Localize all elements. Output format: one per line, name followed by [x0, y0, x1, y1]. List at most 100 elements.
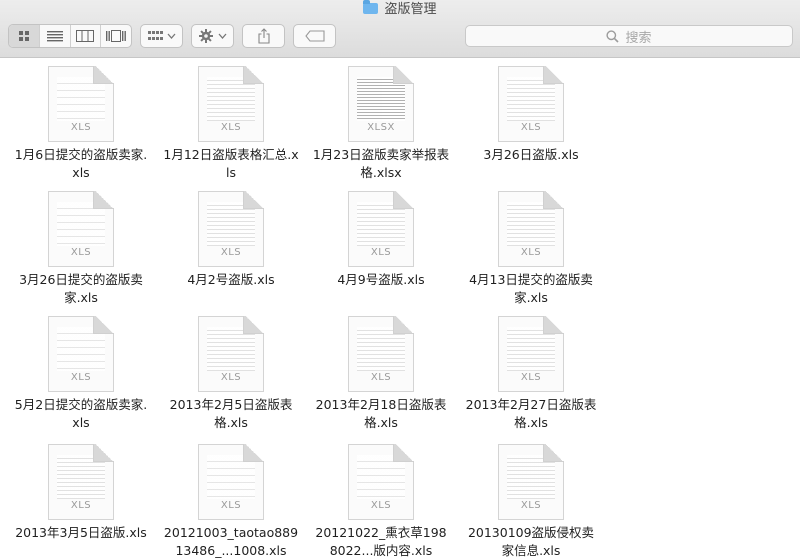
- page-fold-corner: [393, 316, 414, 334]
- page-fold-corner: [93, 66, 114, 84]
- search-field[interactable]: 搜索: [465, 25, 793, 47]
- spreadsheet-file-icon: XLS: [48, 191, 114, 267]
- file-name-label: 20121022_熏衣草1988022...版内容.xls: [315, 525, 447, 558]
- grid-arrange-icon: [147, 31, 175, 40]
- file-name-label: 2013年3月5日盗版.xls: [15, 525, 147, 540]
- page-fold-corner: [543, 444, 564, 462]
- page-fold-corner: [543, 66, 564, 84]
- icon-view-icon: [18, 31, 29, 41]
- file-name-label: 4月9号盗版.xls: [337, 272, 425, 287]
- file-extension-badge: XLS: [520, 122, 542, 133]
- spreadsheet-file-icon: XLS: [198, 444, 264, 520]
- file-name-label: 1月12日盗版表格汇总.xls: [163, 147, 299, 180]
- list-view-icon: [46, 31, 63, 42]
- gear-icon: [198, 29, 226, 43]
- page-fold-corner: [393, 444, 414, 462]
- file-name-label: 4月13日提交的盗版卖家.xls: [469, 272, 593, 305]
- spreadsheet-file-icon: XLS: [348, 316, 414, 392]
- spreadsheet-file-icon: XLS: [198, 191, 264, 267]
- page-fold-corner: [243, 66, 264, 84]
- file-name-label: 1月23日盗版卖家举报表格.xlsx: [312, 147, 450, 180]
- file-item[interactable]: XLS 2013年3月5日盗版.xls: [6, 444, 156, 542]
- page-fold-corner: [93, 191, 114, 209]
- file-extension-badge: XLSX: [367, 122, 395, 133]
- file-name-label: 4月2号盗版.xls: [187, 272, 275, 287]
- spreadsheet-file-icon: XLS: [498, 191, 564, 267]
- file-extension-badge: XLS: [70, 500, 92, 511]
- file-name-label: 2013年2月27日盗版表格.xls: [465, 397, 597, 430]
- file-name-label: 2013年2月18日盗版表格.xls: [315, 397, 447, 430]
- file-item[interactable]: XLS 20121022_熏衣草1988022...版内容.xls: [306, 444, 456, 559]
- spreadsheet-file-icon: XLS: [498, 316, 564, 392]
- tag-icon: [304, 30, 325, 42]
- file-item[interactable]: XLS 2013年2月18日盗版表格.xls: [306, 316, 456, 432]
- spreadsheet-file-icon: XLS: [348, 444, 414, 520]
- spreadsheet-file-icon: XLS: [198, 316, 264, 392]
- page-fold-corner: [393, 66, 414, 84]
- file-item[interactable]: XLS 20121003_taotao88913486_...1008.xls: [156, 444, 306, 559]
- file-icon-grid: XLS 1月6日提交的盗版卖家.xls XLS 1月12日盗版表格汇总.xls XLSX…: [0, 60, 800, 559]
- page-fold-corner: [543, 316, 564, 334]
- action-button[interactable]: [191, 24, 234, 48]
- file-item[interactable]: XLS 4月9号盗版.xls: [306, 191, 456, 289]
- page-fold-corner: [243, 191, 264, 209]
- file-item[interactable]: XLS 4月2号盗版.xls: [156, 191, 306, 289]
- spreadsheet-file-icon: XLS: [48, 316, 114, 392]
- file-name-label: 1月6日提交的盗版卖家.xls: [14, 147, 148, 180]
- page-fold-corner: [243, 444, 264, 462]
- file-item[interactable]: XLS 1月12日盗版表格汇总.xls: [156, 66, 306, 182]
- spreadsheet-file-icon: XLS: [498, 66, 564, 142]
- file-extension-badge: XLS: [520, 500, 542, 511]
- gallery-view-button[interactable]: [101, 25, 131, 47]
- file-item[interactable]: XLS 2013年2月5日盗版表格.xls: [156, 316, 306, 432]
- window-title: 盗版管理: [0, 0, 800, 20]
- file-item[interactable]: XLS 20130109盗版侵权卖家信息.xls: [456, 444, 606, 559]
- page-fold-corner: [393, 191, 414, 209]
- file-extension-badge: XLS: [220, 500, 242, 511]
- share-icon: [257, 28, 270, 44]
- tag-button[interactable]: [293, 24, 336, 48]
- spreadsheet-file-icon: XLS: [348, 191, 414, 267]
- file-extension-badge: XLS: [520, 247, 542, 258]
- column-view-icon: [76, 30, 95, 42]
- file-extension-badge: XLS: [370, 247, 392, 258]
- finder-toolbar: 盗版管理 搜索: [0, 0, 800, 58]
- spreadsheet-file-icon: XLS: [48, 66, 114, 142]
- list-view-button[interactable]: [40, 25, 71, 47]
- spreadsheet-file-icon: XLS: [498, 444, 564, 520]
- search-icon: [606, 29, 620, 43]
- spreadsheet-file-icon: XLS: [198, 66, 264, 142]
- file-item[interactable]: XLSX 1月23日盗版卖家举报表格.xlsx: [306, 66, 456, 182]
- file-item[interactable]: XLS 5月2日提交的盗版卖家.xls: [6, 316, 156, 432]
- file-item[interactable]: XLS 2013年2月27日盗版表格.xls: [456, 316, 606, 432]
- file-name-label: 2013年2月5日盗版表格.xls: [169, 397, 293, 430]
- file-extension-badge: XLS: [370, 372, 392, 383]
- page-fold-corner: [543, 191, 564, 209]
- file-name-label: 3月26日盗版.xls: [483, 147, 579, 162]
- file-name-label: 5月2日提交的盗版卖家.xls: [14, 397, 148, 430]
- file-extension-badge: XLS: [220, 122, 242, 133]
- icon-view-button[interactable]: [9, 25, 40, 47]
- file-item[interactable]: XLS 3月26日盗版.xls: [456, 66, 606, 164]
- column-view-button[interactable]: [71, 25, 102, 47]
- file-extension-badge: XLS: [520, 372, 542, 383]
- file-name-label: 20130109盗版侵权卖家信息.xls: [467, 525, 595, 558]
- file-name-label: 20121003_taotao88913486_...1008.xls: [163, 525, 299, 558]
- search-placeholder: 搜索: [625, 30, 652, 46]
- gallery-view-icon: [106, 30, 127, 42]
- page-fold-corner: [93, 316, 114, 334]
- file-item[interactable]: XLS 4月13日提交的盗版卖家.xls: [456, 191, 606, 307]
- arrange-button[interactable]: [140, 24, 183, 48]
- file-item[interactable]: XLS 1月6日提交的盗版卖家.xls: [6, 66, 156, 182]
- folder-icon: [363, 0, 379, 14]
- file-item[interactable]: XLS 3月26日提交的盗版卖家.xls: [6, 191, 156, 307]
- file-extension-badge: XLS: [70, 247, 92, 258]
- file-extension-badge: XLS: [70, 122, 92, 133]
- share-button[interactable]: [242, 24, 285, 48]
- file-extension-badge: XLS: [70, 372, 92, 383]
- view-mode-segmented-control: [8, 24, 132, 48]
- spreadsheet-file-icon: XLSX: [348, 66, 414, 142]
- file-extension-badge: XLS: [220, 372, 242, 383]
- spreadsheet-file-icon: XLS: [48, 444, 114, 520]
- page-fold-corner: [93, 444, 114, 462]
